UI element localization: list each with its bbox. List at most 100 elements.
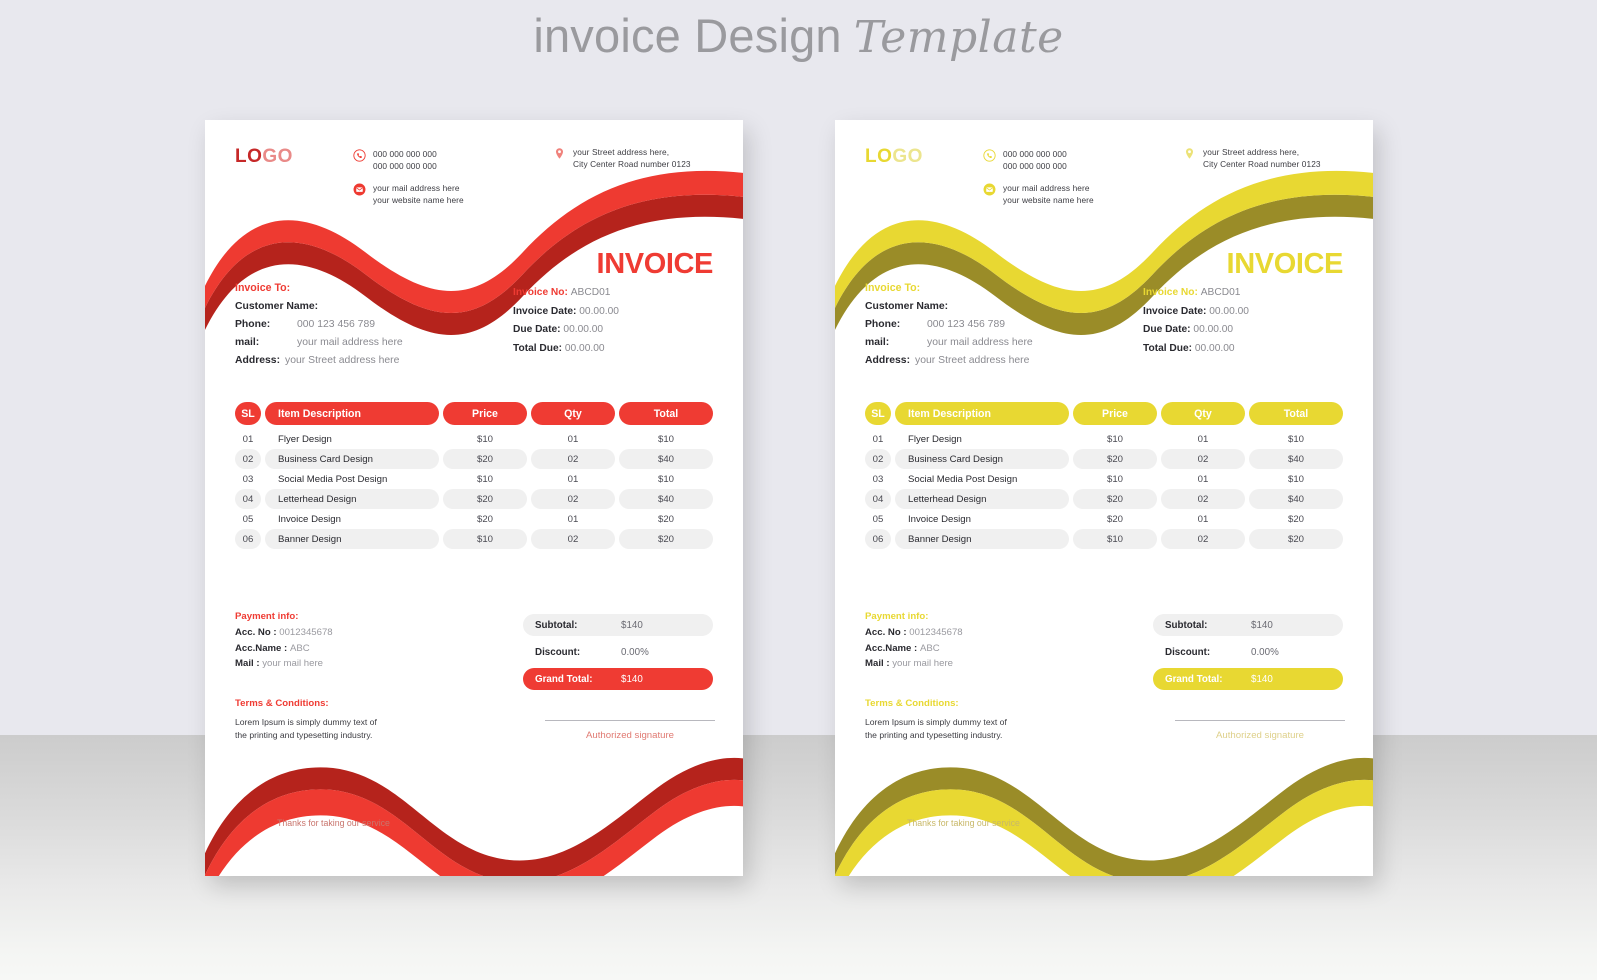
meta-label: Due Date:: [513, 324, 561, 336]
payment-info-block: Payment info: Acc. No : 0012345678 Acc.N…: [865, 611, 1115, 672]
cell-qty: 01: [567, 513, 579, 525]
bill-to-heading: Invoice To:: [235, 282, 291, 294]
cell-price: $10: [1106, 473, 1123, 485]
bill-label: Phone:: [235, 318, 271, 330]
cell-total: $10: [657, 473, 674, 485]
meta-value: ABCD01: [1200, 287, 1241, 298]
address-line1: your Street address here,: [1203, 147, 1300, 157]
meta-value: ABCD01: [570, 287, 611, 298]
meta-value: 00.00.00: [1209, 305, 1249, 317]
logo[interactable]: LOGO: [235, 146, 293, 168]
payment-label: Mail :: [235, 658, 260, 670]
cell-total: $40: [1249, 489, 1343, 509]
table-row: 05 Invoice Design $20 01 $20: [865, 509, 1343, 529]
payment-label: Acc. No :: [235, 627, 277, 638]
footer-wave-red: [205, 746, 743, 876]
contact-column-right: your Street address here, City Center Ro…: [553, 146, 743, 180]
cell-sl: 05: [242, 513, 254, 525]
payment-label: Acc.Name :: [235, 642, 288, 654]
bill-value: your mail address here: [297, 336, 403, 348]
meta-row: Invoice No: ABCD01: [1143, 284, 1358, 303]
totals-row-discount: Discount: 0.00%: [1153, 641, 1343, 663]
table-header-row: SL Item Description Price Qty Total: [865, 402, 1343, 425]
totals-row-grand-total: Grand Total: $140: [523, 668, 713, 690]
footer-wave-yellow: [835, 746, 1373, 876]
thanks-message: Thanks for taking our service: [907, 818, 1020, 828]
totals-label: Subtotal:: [1165, 619, 1208, 631]
cell-sl: 03: [872, 473, 884, 485]
address-line2: City Center Road number 0123: [573, 159, 691, 170]
bill-customer-label: Customer Name:: [235, 301, 319, 312]
terms-line2: the printing and typesetting industry.: [865, 730, 1003, 741]
meta-label: Invoice Date:: [1143, 305, 1207, 317]
bill-to-block: Invoice To: Customer Name: Phone: 000 123…: [865, 282, 1145, 370]
terms-body: Lorem Ipsum is simply dummy text of the …: [235, 716, 485, 743]
meta-row: Invoice Date: 00.00.00: [513, 303, 728, 322]
bill-label: Phone:: [865, 318, 901, 330]
logo[interactable]: LOGO: [865, 146, 923, 168]
address-line2: City Center Road number 0123: [1203, 159, 1321, 170]
mail-line2: your website name here: [1003, 195, 1094, 206]
cell-qty: 01: [1197, 433, 1209, 445]
logo-part1: LO: [235, 146, 263, 167]
cell-sl: 06: [235, 529, 261, 549]
meta-label: Total Due:: [513, 342, 563, 354]
bill-value: your mail address here: [927, 336, 1033, 348]
page-title-main: invoice Design: [533, 9, 842, 62]
cell-desc: Social Media Post Design: [278, 473, 388, 485]
column-header-total: Total: [619, 402, 713, 425]
cell-desc: Business Card Design: [265, 449, 439, 469]
phone-line1: 000 000 000 000: [373, 149, 437, 159]
table-row: 02 Business Card Design $20 02 $40: [235, 449, 713, 469]
cell-total: $40: [619, 449, 713, 469]
payment-row: Mail : your mail here: [865, 656, 1115, 672]
cell-desc: Invoice Design: [908, 513, 971, 525]
bill-row: mail: your mail address here: [235, 334, 515, 352]
cell-desc: Flyer Design: [908, 433, 962, 445]
items-table: SL Item Description Price Qty Total 01 F…: [865, 402, 1343, 549]
totals-label: Grand Total:: [1165, 673, 1223, 685]
contact-column-middle: 000 000 000 000 000 000 000 000 your mai…: [983, 148, 1163, 216]
contact-address-text: your Street address here, City Center Ro…: [1203, 146, 1321, 170]
meta-value: 00.00.00: [1194, 342, 1235, 354]
payment-label: Acc.Name :: [865, 642, 918, 654]
meta-value: 00.00.00: [563, 324, 604, 336]
cell-sl: 04: [865, 489, 891, 509]
cell-total: $20: [657, 513, 674, 525]
signature-line: [545, 720, 715, 721]
contact-column-middle: 000 000 000 000 000 000 000 000 your mai…: [353, 148, 533, 216]
cell-sl: 04: [235, 489, 261, 509]
payment-value: your mail here: [262, 658, 323, 670]
bill-value: your Street address here: [915, 354, 1030, 366]
sheet-header: LOGO 000 000 000 000 000 000 000 000 you…: [835, 120, 1373, 240]
payment-row: Acc.Name : ABC: [235, 641, 485, 657]
sheet-header: LOGO 000 000 000 000 000 000 000 000 you…: [205, 120, 743, 240]
bill-value: 000 123 456 789: [297, 318, 376, 330]
cell-sl: 06: [865, 529, 891, 549]
items-table: SL Item Description Price Qty Total 01 F…: [235, 402, 713, 549]
bill-label: mail:: [865, 336, 890, 348]
invoice-title: INVOICE: [596, 248, 714, 280]
cell-sl: 03: [242, 473, 254, 485]
cell-qty: 01: [1197, 513, 1209, 525]
table-row: 02 Business Card Design $20 02 $40: [865, 449, 1343, 469]
cell-price: $20: [1106, 513, 1123, 525]
meta-value: 00.00.00: [564, 342, 605, 354]
mail-icon: [353, 183, 366, 196]
cell-qty: 01: [1197, 473, 1209, 485]
bill-row: Address: your Street address here: [235, 352, 515, 370]
bill-to-block: Invoice To: Customer Name: Phone: 000 123…: [235, 282, 515, 370]
cell-total: $20: [1287, 513, 1304, 525]
page-title: invoice Design Template: [0, 8, 1597, 63]
phone-line2: 000 000 000 000: [1003, 161, 1067, 172]
table-row: 04 Letterhead Design $20 02 $40: [235, 489, 713, 509]
meta-label: Invoice No:: [513, 287, 568, 298]
totals-row-subtotal: Subtotal: $140: [1153, 614, 1343, 636]
bill-value: 000 123 456 789: [927, 318, 1006, 330]
phone-icon: [983, 149, 996, 162]
page-title-script: Template: [853, 12, 1064, 63]
invoice-sheet-yellow: LOGO 000 000 000 000 000 000 000 000 you…: [835, 120, 1373, 876]
bill-row: mail: your mail address here: [865, 334, 1145, 352]
payment-row: Mail : your mail here: [235, 656, 485, 672]
payment-value: ABC: [919, 642, 940, 654]
